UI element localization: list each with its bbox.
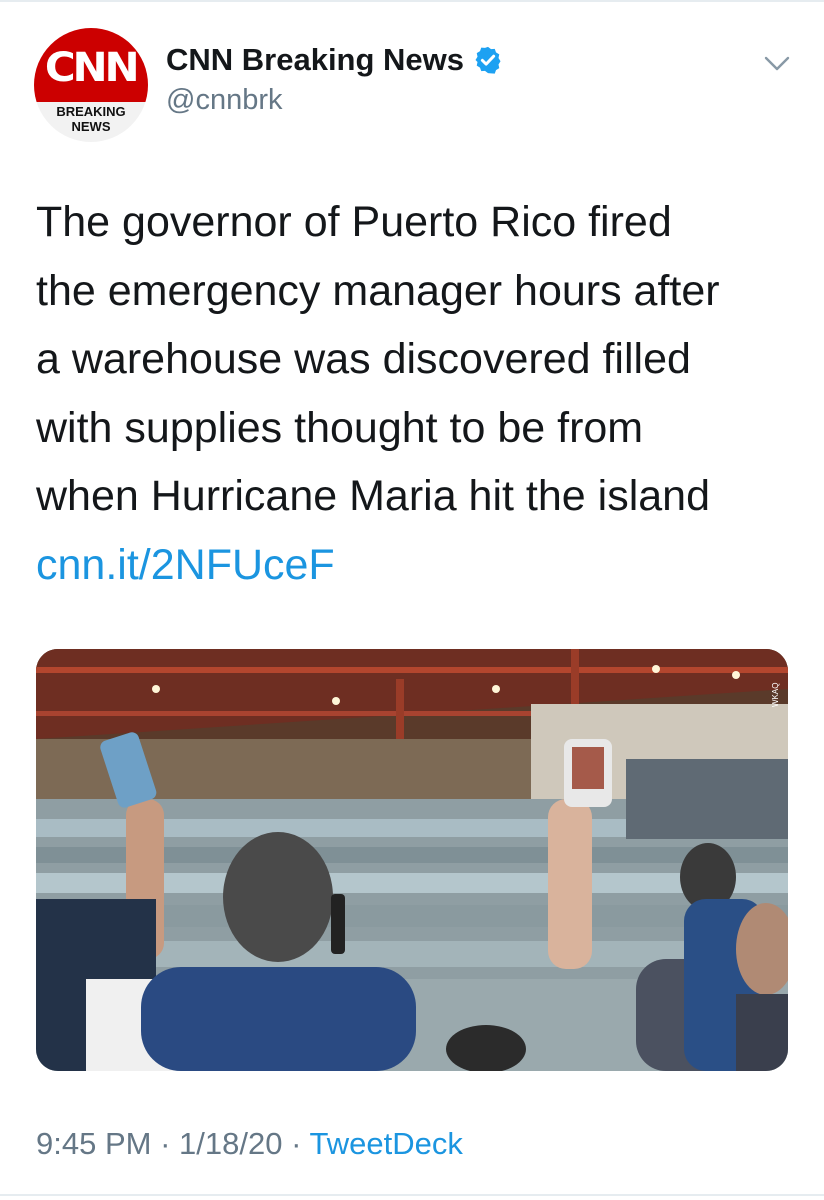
- chevron-down-icon[interactable]: [764, 56, 790, 72]
- bottom-divider: [0, 1194, 824, 1196]
- tweet-line: the emergency manager hours after: [36, 266, 720, 315]
- avatar-logo-block: CNN: [34, 28, 148, 102]
- cnn-logo: CNN: [45, 45, 140, 91]
- tweet-media-photo[interactable]: WKAQ: [36, 649, 788, 1071]
- meta-separator: ·: [291, 1126, 302, 1161]
- tweet-link[interactable]: cnn.it/2NFUceF: [36, 531, 806, 600]
- meta-separator: ·: [160, 1126, 171, 1161]
- avatar-sub-line1: BREAKING: [56, 104, 126, 119]
- tweet-line: when Hurricane Maria hit the island: [36, 472, 710, 520]
- top-divider: [0, 0, 824, 2]
- warehouse-photo: WKAQ: [36, 649, 788, 1071]
- tweet-meta: 9:45 PM · 1/18/20 · TweetDeck: [36, 1126, 463, 1162]
- tweet-line: with supplies thought to be from: [36, 403, 644, 452]
- tweet-time[interactable]: 9:45 PM: [36, 1126, 151, 1161]
- tweet-line: The governor of Puerto Rico fired: [36, 198, 672, 246]
- tweet-source-link[interactable]: TweetDeck: [309, 1126, 462, 1161]
- tweet-date[interactable]: 1/18/20: [179, 1126, 282, 1161]
- author-name-row: CNN Breaking News: [166, 42, 503, 78]
- handle[interactable]: @cnnbrk: [166, 84, 282, 117]
- tweet-text: The governor of Puerto Rico fired the em…: [36, 188, 806, 599]
- photo-watermark: WKAQ: [771, 683, 780, 707]
- avatar-subtitle: BREAKING NEWS: [34, 102, 148, 142]
- tweet-line: a warehouse was discovered filled: [36, 335, 691, 383]
- avatar-sub-line2: NEWS: [71, 119, 111, 134]
- verified-badge-icon: [475, 46, 501, 74]
- avatar[interactable]: CNN BREAKING NEWS: [34, 28, 148, 142]
- display-name[interactable]: CNN Breaking News: [166, 42, 464, 78]
